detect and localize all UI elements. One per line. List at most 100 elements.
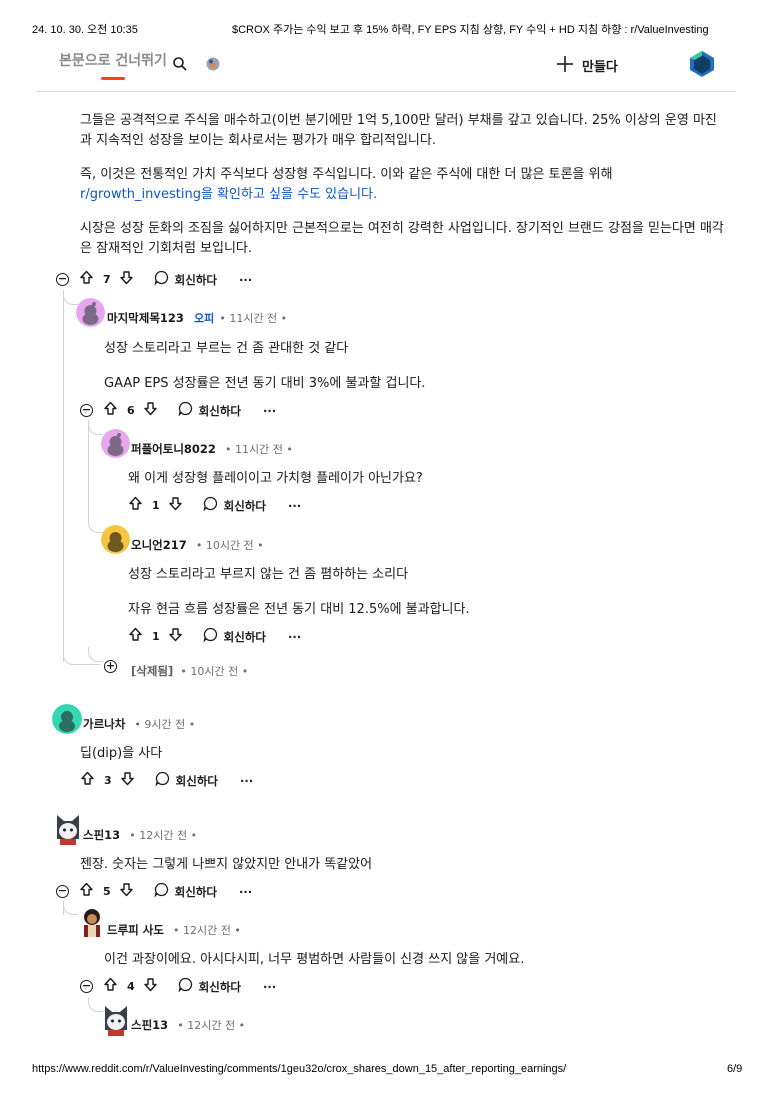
thread-line xyxy=(88,420,103,435)
username[interactable]: 마지막제목123 xyxy=(107,311,184,325)
comment-meta: 퍼플어토니8022 • 11시간 전 • xyxy=(131,438,293,457)
reply-bubble-icon[interactable] xyxy=(178,977,193,996)
comment-meta: [삭제됨] • 10시간 전 • xyxy=(131,660,248,679)
collapse-button[interactable]: − xyxy=(56,885,69,898)
reply-button[interactable]: 회신하다 xyxy=(176,773,218,789)
downvote-icon[interactable] xyxy=(119,882,134,901)
avatar[interactable] xyxy=(54,813,82,845)
thread-line xyxy=(88,518,103,533)
more-options-button[interactable]: ··· xyxy=(239,273,252,287)
thread-line xyxy=(63,650,100,665)
username[interactable]: 퍼플어토니8022 xyxy=(131,442,216,456)
timestamp: • 11시간 전 • xyxy=(225,443,293,456)
vote-count: 6 xyxy=(127,404,135,417)
collapse-button[interactable]: − xyxy=(80,404,93,417)
thread-line xyxy=(63,290,64,662)
collapse-button[interactable]: − xyxy=(56,273,69,286)
more-options-button[interactable]: ··· xyxy=(263,980,276,994)
upvote-icon[interactable] xyxy=(103,401,118,420)
downvote-icon[interactable] xyxy=(120,771,135,790)
comment-text: 자유 현금 흐름 성장률은 전년 동기 대비 12.5%에 불과합니다. xyxy=(128,602,470,617)
comment-text: GAAP EPS 성장률은 전년 동기 대비 3%에 불과할 겁니다. xyxy=(104,376,426,391)
vote-count: 4 xyxy=(127,980,135,993)
print-url: https://www.reddit.com/r/ValueInvesting/… xyxy=(32,1063,567,1075)
search-icon[interactable] xyxy=(172,56,188,72)
username[interactable]: 드루피 사도 xyxy=(107,923,164,937)
comment-meta: 오니언217 • 10시간 전 • xyxy=(131,534,264,553)
avatar[interactable] xyxy=(79,907,105,941)
print-page-title: $CROX 주가는 수익 보고 후 15% 하락, FY EPS 지침 상향, … xyxy=(232,24,709,36)
comment-meta: 드루피 사도 • 12시간 전 • xyxy=(107,919,241,938)
post-paragraph-1: 그들은 공격적으로 주식을 매수하고(이번 분기에만 1억 5,100만 달러)… xyxy=(80,113,717,148)
timestamp: • 10시간 전 • xyxy=(180,665,249,678)
reply-button[interactable]: 회신하다 xyxy=(199,403,241,419)
reply-bubble-icon[interactable] xyxy=(178,401,193,420)
more-options-button[interactable]: ··· xyxy=(288,499,301,513)
collapse-button[interactable]: − xyxy=(80,980,93,993)
username[interactable]: 스핀13 xyxy=(83,828,120,842)
vote-count: 1 xyxy=(152,499,160,512)
reply-button[interactable]: 회신하다 xyxy=(224,498,266,514)
action-row: 1 회신하다 ··· xyxy=(128,627,301,646)
more-options-button[interactable]: ··· xyxy=(239,885,252,899)
expand-button[interactable]: + xyxy=(104,660,117,673)
reply-bubble-icon[interactable] xyxy=(154,882,169,901)
reply-button[interactable]: 회신하다 xyxy=(199,979,241,995)
downvote-icon[interactable] xyxy=(143,401,158,420)
timestamp: • 12시간 전 • xyxy=(177,1019,246,1032)
upvote-icon[interactable] xyxy=(128,496,143,515)
more-options-button[interactable]: ··· xyxy=(263,404,276,418)
upvote-icon[interactable] xyxy=(79,270,94,289)
reply-bubble-icon[interactable] xyxy=(203,627,218,646)
avatar[interactable] xyxy=(101,525,130,554)
upvote-icon[interactable] xyxy=(80,771,95,790)
print-datetime: 24. 10. 30. 오전 10:35 xyxy=(32,24,138,36)
reply-bubble-icon[interactable] xyxy=(154,270,169,289)
more-options-button[interactable]: ··· xyxy=(240,774,253,788)
action-row: 3 회신하다 ··· xyxy=(80,771,253,790)
action-row: − 7 회신하다 ··· xyxy=(56,270,252,289)
skip-to-content-link[interactable]: 본문으로 건너뛰기 xyxy=(59,50,167,70)
subreddit-icon[interactable] xyxy=(206,57,220,71)
growth-investing-link[interactable]: r/growth_investing을 확인하고 싶을 수도 있습니다. xyxy=(80,187,377,202)
more-options-button[interactable]: ··· xyxy=(288,630,301,644)
comment-text: 이건 과장이에요. 아시다시피, 너무 평범하면 사람들이 신경 쓰지 않을 거… xyxy=(104,952,525,967)
username: [삭제됨] xyxy=(131,664,174,678)
thread-line xyxy=(63,900,78,915)
plus-icon[interactable] xyxy=(556,55,574,73)
timestamp: • 11시간 전 • xyxy=(219,312,288,325)
header-divider xyxy=(37,91,736,92)
upvote-icon[interactable] xyxy=(79,882,94,901)
reply-button[interactable]: 회신하다 xyxy=(175,884,217,900)
username[interactable]: 가르나차 xyxy=(83,717,125,731)
vote-count: 3 xyxy=(104,774,112,787)
downvote-icon[interactable] xyxy=(119,270,134,289)
avatar[interactable] xyxy=(52,704,82,734)
thread-line xyxy=(63,900,64,915)
avatar[interactable] xyxy=(102,1004,130,1036)
reply-button[interactable]: 회신하다 xyxy=(175,272,217,288)
thread-line xyxy=(88,420,89,520)
downvote-icon[interactable] xyxy=(143,977,158,996)
op-badge: 오피 xyxy=(194,312,215,325)
timestamp: • 12시간 전 • xyxy=(173,924,241,937)
upvote-icon[interactable] xyxy=(103,977,118,996)
upvote-icon[interactable] xyxy=(128,627,143,646)
avatar[interactable] xyxy=(101,429,130,458)
reply-button[interactable]: 회신하다 xyxy=(224,629,266,645)
avatar[interactable] xyxy=(76,298,105,327)
timestamp: • 10시간 전 • xyxy=(195,539,264,552)
username[interactable]: 오니언217 xyxy=(131,538,187,552)
reply-bubble-icon[interactable] xyxy=(203,496,218,515)
action-row: − 6 회신하다 ··· xyxy=(80,401,276,420)
comment-meta: 스핀13 • 12시간 전 • xyxy=(83,824,197,843)
post-paragraph-3: 시장은 성장 둔화의 조짐을 싫어하지만 근본적으로는 여전히 강력한 사업입니… xyxy=(80,221,724,256)
timestamp: • 12시간 전 • xyxy=(129,829,198,842)
reply-bubble-icon[interactable] xyxy=(155,771,170,790)
downvote-icon[interactable] xyxy=(168,627,183,646)
downvote-icon[interactable] xyxy=(168,496,183,515)
timestamp: • 9시간 전 • xyxy=(134,718,196,731)
create-button[interactable]: 만들다 xyxy=(582,56,618,75)
username[interactable]: 스핀13 xyxy=(131,1018,168,1032)
user-avatar[interactable] xyxy=(688,50,716,78)
